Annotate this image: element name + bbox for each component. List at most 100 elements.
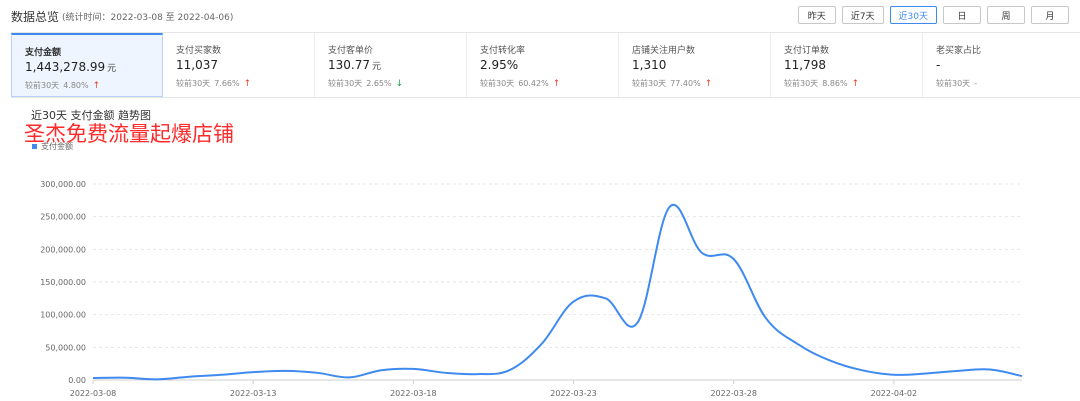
compare-value: 4.80%: [63, 81, 89, 90]
data-point[interactable]: [731, 256, 737, 262]
compare-label: 较前30天: [936, 79, 971, 88]
legend-label: 支付金额: [41, 142, 73, 151]
metric-label: 支付转化率: [480, 46, 526, 56]
range-button-group: 昨天 近7天 近30天 日 周 月: [797, 6, 1069, 24]
x-tick-label: 2022-03-18: [390, 389, 437, 398]
compare-label: 较前30天: [176, 79, 211, 88]
data-point[interactable]: [378, 367, 384, 373]
data-point[interactable]: [891, 372, 897, 378]
metric-compare: 较前30天 60.42% ↑: [480, 78, 618, 89]
metric-cards: 支付金额 1,443,278.99 元较前30天 4.80% ↑ 支付买家数 11,037 较…: [11, 32, 1080, 98]
y-tick-label: 300,000.00: [40, 180, 86, 189]
y-tick-label: 250,000.00: [40, 213, 86, 222]
metric-card[interactable]: 支付订单数 11,798 较前30天 8.86% ↑: [771, 33, 923, 97]
metric-compare: 较前30天 8.86% ↑: [784, 78, 922, 89]
data-point[interactable]: [795, 341, 801, 347]
data-point[interactable]: [699, 250, 705, 256]
data-point[interactable]: [186, 374, 192, 380]
data-point[interactable]: [571, 299, 577, 305]
metric-value: -: [936, 58, 941, 72]
compare-label: 较前30天: [632, 79, 667, 88]
compare-label: 较前30天: [25, 81, 60, 90]
x-tick-label: 2022-03-08: [70, 389, 117, 398]
metric-card[interactable]: 支付买家数 11,037 较前30天 7.66% ↑: [163, 33, 315, 97]
metric-compare: 较前30天 2.65% ↓: [328, 78, 466, 89]
metric-value-row: 1,310: [632, 58, 770, 74]
metric-card[interactable]: 支付客单价 130.77 元较前30天 2.65% ↓: [315, 33, 467, 97]
range-7days-button[interactable]: 近7天: [841, 6, 884, 24]
data-point[interactable]: [1019, 373, 1025, 379]
data-point[interactable]: [859, 367, 865, 373]
metric-unit: 元: [107, 64, 117, 74]
trend-up-icon: ↑: [243, 78, 252, 89]
data-point[interactable]: [603, 295, 609, 301]
metric-compare: 较前30天 7.66% ↑: [176, 78, 314, 89]
data-point[interactable]: [122, 375, 128, 381]
data-point[interactable]: [474, 371, 480, 377]
metric-compare: 较前30天 -: [936, 78, 1080, 89]
data-point[interactable]: [410, 366, 416, 372]
metric-value: 130.77: [328, 58, 370, 72]
metric-label: 支付金额: [25, 48, 62, 58]
metric-card[interactable]: 支付金额 1,443,278.99 元较前30天 4.80% ↑: [11, 33, 163, 97]
data-point[interactable]: [218, 372, 224, 378]
range-month-button[interactable]: 月: [1031, 6, 1069, 24]
trend-up-icon: ↑: [704, 78, 713, 89]
range-day-button[interactable]: 日: [943, 6, 981, 24]
x-tick-label: 2022-03-13: [230, 389, 277, 398]
data-point[interactable]: [827, 357, 833, 363]
data-point[interactable]: [346, 374, 352, 380]
trend-chart: 0.00 50,000.00 100,000.00 150,000.00 200,000…: [40, 180, 1025, 398]
trend-up-icon: ↑: [552, 78, 561, 89]
metric-card[interactable]: 老买家占比 - 较前30天 -: [923, 33, 1080, 97]
metric-value-row: 1,443,278.99 元: [25, 60, 162, 76]
range-30days-button[interactable]: 近30天: [889, 6, 937, 24]
y-tick-label: 50,000.00: [45, 343, 86, 352]
metric-compare: 较前30天 4.80% ↑: [25, 80, 162, 91]
data-point[interactable]: [442, 370, 448, 376]
data-point[interactable]: [923, 370, 929, 376]
x-tick-label: 2022-04-02: [871, 389, 918, 398]
data-point[interactable]: [314, 370, 320, 376]
metric-label: 支付买家数: [176, 46, 222, 56]
compare-value: 2.65%: [366, 79, 392, 88]
range-yesterday-button[interactable]: 昨天: [797, 6, 836, 24]
data-point[interactable]: [250, 369, 256, 375]
data-point[interactable]: [506, 367, 512, 373]
data-point[interactable]: [635, 320, 641, 326]
compare-label: 较前30天: [480, 79, 515, 88]
data-point[interactable]: [538, 341, 544, 347]
compare-value: 60.42%: [518, 79, 549, 88]
legend-swatch: [32, 144, 37, 149]
metric-label: 支付订单数: [784, 46, 830, 56]
compare-label: 较前30天: [784, 79, 819, 88]
data-point[interactable]: [987, 367, 993, 373]
chart-legend[interactable]: 支付金额: [32, 141, 73, 152]
data-point[interactable]: [154, 376, 160, 382]
compare-value: -: [974, 79, 978, 88]
compare-value: 8.86%: [822, 79, 848, 88]
metric-value: 11,798: [784, 58, 826, 72]
y-tick-label: 0.00: [68, 376, 86, 385]
data-point[interactable]: [763, 315, 769, 321]
metric-card[interactable]: 支付转化率 2.95% 较前30天 60.42% ↑: [467, 33, 619, 97]
metric-value: 1,443,278.99: [25, 60, 106, 74]
data-point[interactable]: [667, 204, 673, 210]
range-week-button[interactable]: 周: [987, 6, 1025, 24]
metric-unit: 元: [372, 62, 382, 72]
metric-compare: 较前30天 77.40% ↑: [632, 78, 770, 89]
x-tick-label: 2022-03-28: [710, 389, 757, 398]
trend-down-icon: ↓: [395, 78, 404, 89]
metric-card[interactable]: 店铺关注用户数 1,310 较前30天 77.40% ↑: [619, 33, 771, 97]
data-point[interactable]: [282, 368, 288, 374]
y-tick-label: 150,000.00: [40, 278, 86, 287]
y-tick-label: 100,000.00: [40, 311, 86, 320]
data-point[interactable]: [955, 368, 961, 374]
compare-value: 77.40%: [670, 79, 701, 88]
metric-value: 11,037: [176, 58, 218, 72]
page-title: 数据总览: [11, 10, 60, 24]
y-tick-label: 200,000.00: [40, 245, 86, 254]
data-point[interactable]: [90, 375, 96, 381]
stat-period: (统计时间：2022-03-08 至 2022-04-06): [62, 13, 234, 23]
overview-header: 数据总览 (统计时间：2022-03-08 至 2022-04-06) 昨天 近…: [0, 0, 1080, 32]
